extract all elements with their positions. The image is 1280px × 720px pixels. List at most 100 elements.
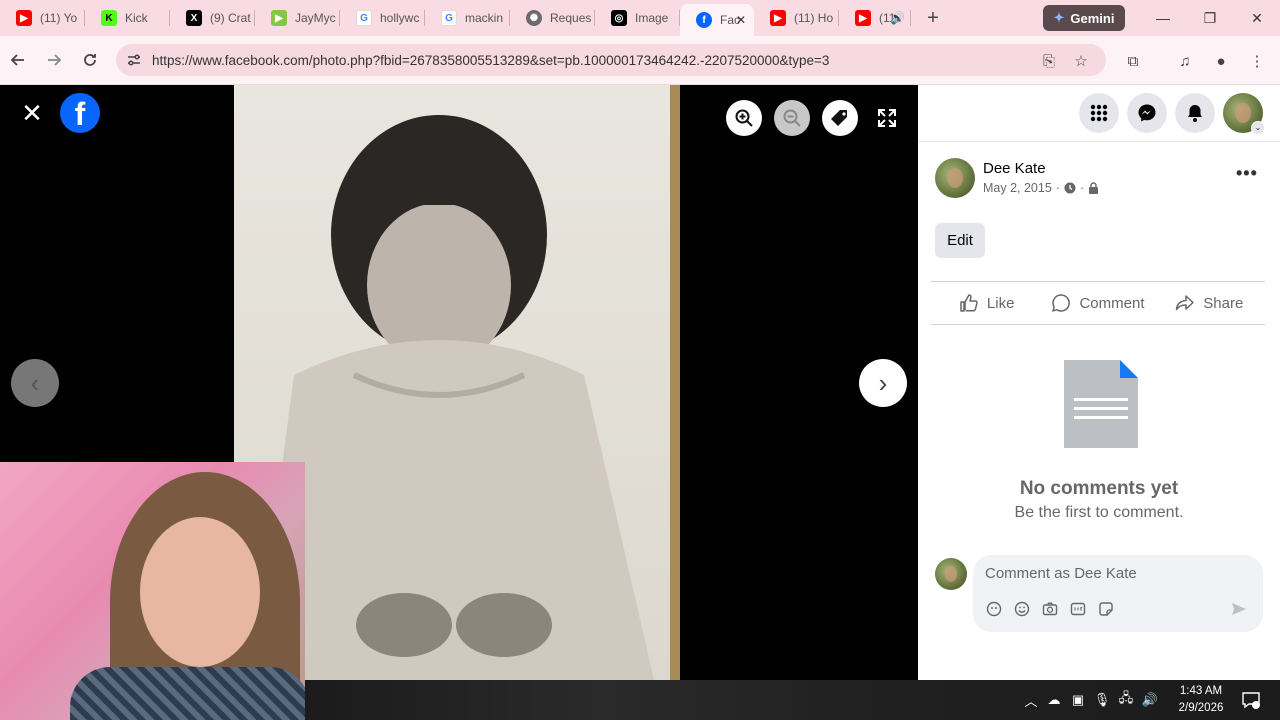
poster-name[interactable]: Dee Kate: [983, 160, 1046, 177]
system-clock[interactable]: 1:43 AM 2/9/2026: [1171, 683, 1231, 717]
tab-title: JayMyc: [295, 11, 336, 25]
browser-tab[interactable]: K Kick: [85, 0, 170, 36]
windows-taskbar: ︿ ☁ ▣ 🎙 🖧 🔊 1:43 AM 2/9/2026: [305, 680, 1280, 720]
chevron-up-icon[interactable]: ︿: [1023, 692, 1039, 709]
like-label: Like: [986, 294, 1015, 312]
like-button[interactable]: Like: [931, 282, 1042, 324]
browser-tab[interactable]: ▶ (11) Yo: [0, 0, 85, 36]
rumble-icon: ▶: [271, 10, 287, 26]
extensions-icon[interactable]: ⧉: [1124, 52, 1142, 70]
clock-time: 1:43 AM: [1179, 685, 1223, 697]
youtube-icon: ▶: [770, 10, 786, 26]
next-photo-button[interactable]: ›: [859, 359, 907, 407]
lock-icon[interactable]: [1088, 182, 1099, 194]
meta-separator: ·: [1055, 181, 1060, 195]
browser-tab[interactable]: X (9) Crat: [170, 0, 255, 36]
camera-icon[interactable]: [1041, 600, 1059, 618]
reload-icon: [84, 54, 96, 66]
volume-icon[interactable]: 🔊: [1142, 692, 1158, 708]
site-settings-icon[interactable]: [126, 52, 142, 68]
install-app-icon[interactable]: ⎘: [1040, 52, 1058, 70]
profile-icon[interactable]: ●: [1212, 52, 1230, 70]
browser-tab[interactable]: ▶ (11) Ho: [754, 0, 839, 36]
panel-header: ⌄: [918, 85, 1280, 142]
menu-button[interactable]: [1079, 93, 1119, 133]
gemini-button[interactable]: ✦ Gemini: [1043, 5, 1125, 31]
window-close-button[interactable]: ✕: [1234, 0, 1280, 36]
facebook-logo[interactable]: f: [60, 93, 100, 133]
messenger-icon: [1138, 104, 1156, 122]
network-icon[interactable]: 🖧: [1118, 690, 1134, 708]
sticker-icon[interactable]: [1097, 600, 1115, 618]
edit-button[interactable]: Edit: [935, 223, 985, 258]
comment-placeholder: Comment as Dee Kate: [985, 565, 1137, 582]
comment-tools: [985, 600, 1115, 618]
comment-input[interactable]: Comment as Dee Kate: [973, 555, 1263, 632]
zoom-out-button[interactable]: [774, 100, 810, 136]
send-icon[interactable]: [1231, 601, 1247, 617]
arrow-right-icon: [48, 54, 62, 66]
comment-button[interactable]: Comment: [1042, 282, 1153, 324]
chevron-left-icon: ‹: [30, 367, 40, 398]
restore-button[interactable]: ❐: [1187, 0, 1233, 36]
microphone-icon[interactable]: 🎙: [1094, 692, 1111, 708]
previous-photo-button[interactable]: ‹: [11, 359, 59, 407]
post-details-panel: ⌄ Dee Kate May 2, 2015 · · ••• Edit Like…: [918, 85, 1280, 680]
commenter-avatar[interactable]: [935, 558, 967, 590]
account-chevron-icon[interactable]: ⌄: [1251, 121, 1265, 135]
notification-center-icon[interactable]: [1241, 690, 1261, 710]
more-options-button[interactable]: •••: [1236, 163, 1258, 184]
back-button[interactable]: [6, 48, 30, 72]
browser-tab-strip: ▶ (11) Yo K Kick X (9) Crat ▶ JayMyc G h…: [0, 0, 1280, 36]
bookmark-star-icon[interactable]: ☆: [1072, 52, 1090, 70]
browser-tab-active[interactable]: f Fac ✕: [680, 4, 754, 36]
close-tab-icon[interactable]: ✕: [736, 13, 746, 27]
meet-now-icon[interactable]: ▣: [1070, 692, 1086, 708]
browser-tab[interactable]: ✺ Reques: [510, 0, 595, 36]
new-tab-button[interactable]: +: [921, 7, 945, 30]
poster-avatar[interactable]: [935, 158, 975, 198]
chevron-right-icon: ›: [878, 367, 888, 398]
close-viewer-button[interactable]: ✕: [20, 100, 44, 126]
url-text: https://www.facebook.com/photo.php?fbid=…: [152, 52, 830, 68]
grid-menu-icon: [1090, 104, 1108, 122]
openai-icon: ✺: [526, 10, 542, 26]
share-icon: [1176, 295, 1195, 311]
fullscreen-icon[interactable]: [876, 107, 898, 129]
minimize-button[interactable]: —: [1140, 0, 1186, 36]
onedrive-icon[interactable]: ☁: [1046, 692, 1062, 708]
youtube-icon: ▶: [855, 10, 871, 26]
google-icon: G: [441, 10, 457, 26]
x-icon: X: [186, 10, 202, 26]
browser-tab[interactable]: G mackin: [425, 0, 510, 36]
post-date[interactable]: May 2, 2015: [983, 181, 1052, 195]
webcam-person-shirt: [70, 667, 305, 720]
avatar-sticker-icon[interactable]: [985, 600, 1003, 618]
browser-tab[interactable]: ▶ JayMyc: [255, 0, 340, 36]
messenger-button[interactable]: [1127, 93, 1167, 133]
forward-button[interactable]: [42, 48, 66, 72]
gif-icon[interactable]: [1069, 600, 1087, 618]
tab-title: (11) Yo: [40, 11, 78, 25]
chrome-menu-icon[interactable]: ⋮: [1248, 52, 1266, 70]
browser-tab[interactable]: G hollywc: [340, 0, 425, 36]
gemini-icon: ✦: [1053, 10, 1065, 25]
emoji-icon[interactable]: [1013, 600, 1031, 618]
share-button[interactable]: Share: [1154, 282, 1265, 324]
browser-tab[interactable]: ◎ Image: [595, 0, 680, 36]
speaker-icon[interactable]: 🔊: [890, 11, 905, 25]
address-bar[interactable]: https://www.facebook.com/photo.php?fbid=…: [116, 44, 1106, 76]
document-icon: [1064, 360, 1138, 448]
facebook-icon: f: [696, 12, 712, 28]
comment-icon: [1052, 294, 1071, 312]
browser-tab[interactable]: ▶ (11 🔊: [839, 0, 911, 36]
media-controls-icon[interactable]: ♫: [1176, 52, 1194, 70]
share-label: Share: [1203, 294, 1244, 312]
google-icon: G: [356, 10, 372, 26]
reload-button[interactable]: [78, 48, 102, 72]
webcam-overlay: [0, 462, 305, 720]
tag-photo-button[interactable]: [822, 100, 858, 136]
zoom-in-button[interactable]: [726, 100, 762, 136]
tab-title: mackin: [465, 11, 504, 25]
notifications-button[interactable]: [1175, 93, 1215, 133]
